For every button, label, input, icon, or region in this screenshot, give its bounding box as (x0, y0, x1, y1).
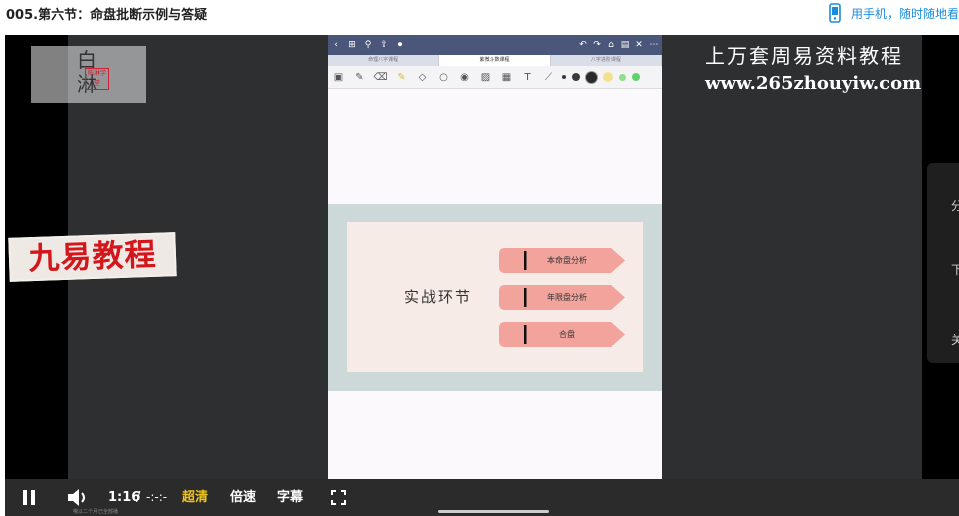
slide-title: 实战环节 (404, 288, 473, 306)
speed-button[interactable]: 倍速 (230, 479, 256, 516)
mobile-link-text[interactable]: 用手机，随时随地看 (851, 5, 959, 22)
ipad-home-indicator (438, 510, 549, 513)
camera-icon: ▦ (501, 71, 512, 83)
color-swatch (562, 75, 566, 79)
back-icon: ‹ (334, 40, 338, 50)
color-swatch (632, 73, 640, 81)
slide: 实战环节 本命盘分析 年限盘分析 合盘 (347, 222, 643, 372)
video-player[interactable]: 白淋 陈淋学堂 九易教程 上万套周易资料教程 www.265zhouyiw.co… (5, 35, 959, 516)
slide-item-label: 合盘 (559, 330, 575, 339)
pointer-icon: ⟋ (545, 71, 552, 83)
brand-badge: 九易教程 (8, 232, 177, 282)
slide-frame: 实战环节 本命盘分析 年限盘分析 合盘 (328, 204, 662, 391)
color-swatch (603, 72, 613, 82)
tiny-caption: 哦以二个月已全部播 (73, 509, 119, 515)
watermark-seal: 陈淋学堂 (85, 68, 109, 90)
slide-item: 本命盘分析 (499, 248, 625, 273)
side-action-download[interactable]: 下 (951, 263, 959, 277)
mobile-watch-link[interactable]: 用手机，随时随地看 (827, 2, 959, 24)
slide-item: 合盘 (499, 322, 625, 347)
highlighter-icon: ✎ (397, 71, 406, 83)
image-tool-icon: ▣ (333, 71, 344, 83)
eye-icon: ◉ (460, 71, 469, 83)
share-icon: ⇪ (380, 40, 388, 50)
ipad-tab-active: 紫微斗数课程 (439, 55, 551, 66)
lesson-title: 005.第六节：命盘批断示例与答疑 (6, 8, 208, 23)
text-tool-icon: T (524, 71, 531, 83)
photo-icon: ▨ (480, 71, 491, 83)
lasso-icon: ○ (439, 71, 448, 83)
watermark-logo: 白淋 陈淋学堂 (31, 46, 146, 103)
shapes-icon: ◇ (418, 71, 427, 83)
color-swatch (572, 73, 580, 81)
video-right-panel (662, 35, 922, 479)
color-swatch (619, 73, 626, 81)
volume-icon[interactable] (67, 488, 89, 507)
export-icon: ▤ (620, 40, 630, 50)
ipad-screen: ‹ ⊞ ⚲ ⇪ ⏺ ↶ ↷ ⌂ ▤ ✕ ⋯ 命理八字课程 紫微斗数课程 八字进阶… (328, 35, 662, 479)
duration: -:-:- (146, 490, 168, 504)
time-separator: / (136, 490, 141, 505)
fullscreen-icon[interactable] (331, 490, 346, 505)
ipad-tabs: 命理八字课程 紫微斗数课程 八字进阶课程 (328, 55, 662, 66)
eraser-icon: ⌫ (373, 71, 388, 83)
ipad-tab: 命理八字课程 (328, 55, 440, 66)
side-action-share[interactable]: 分 (951, 199, 959, 213)
redo-icon: ↷ (593, 40, 601, 50)
brand-badge-text: 九易教程 (27, 236, 158, 278)
player-control-bar: 1:16 / -:-:- 超清 倍速 字幕 哦以二个月已全部播 (5, 479, 959, 516)
slide-item: 年限盘分析 (499, 285, 625, 310)
page-header: 005.第六节：命盘批断示例与答疑 用手机，随时随地看 (0, 0, 959, 35)
ipad-tab: 八字进阶课程 (551, 55, 662, 66)
phone-icon (829, 3, 841, 23)
side-action-card: 分 下 关 (927, 163, 959, 363)
promo-line-2: www.265zhouyiw.com (705, 73, 922, 94)
quality-button[interactable]: 超清 (182, 479, 208, 516)
close-icon: ✕ (635, 40, 643, 50)
slide-item-label: 年限盘分析 (547, 293, 587, 302)
pause-icon[interactable] (22, 490, 36, 505)
pen-icon: ✎ (355, 71, 364, 83)
side-action-close[interactable]: 关 (951, 333, 959, 347)
ipad-toolbar: ▣ ✎ ⌫ ✎ ◇ ○ ◉ ▨ ▦ T ⟋ (328, 66, 662, 89)
undo-icon: ↶ (579, 40, 587, 50)
ipad-title-bar: ‹ ⊞ ⚲ ⇪ ⏺ ↶ ↷ ⌂ ▤ ✕ ⋯ (328, 35, 662, 55)
subtitle-button[interactable]: 字幕 (277, 479, 303, 516)
slide-item-label: 本命盘分析 (547, 256, 587, 265)
bookmark-icon: ⌂ (608, 40, 614, 50)
more-icon: ⋯ (649, 40, 659, 50)
mic-icon: ⏺ (397, 40, 403, 50)
color-swatch (586, 71, 597, 83)
grid-icon: ⊞ (348, 40, 356, 50)
search-icon: ⚲ (364, 40, 372, 50)
promo-line-1: 上万套周易资料教程 (705, 44, 903, 68)
